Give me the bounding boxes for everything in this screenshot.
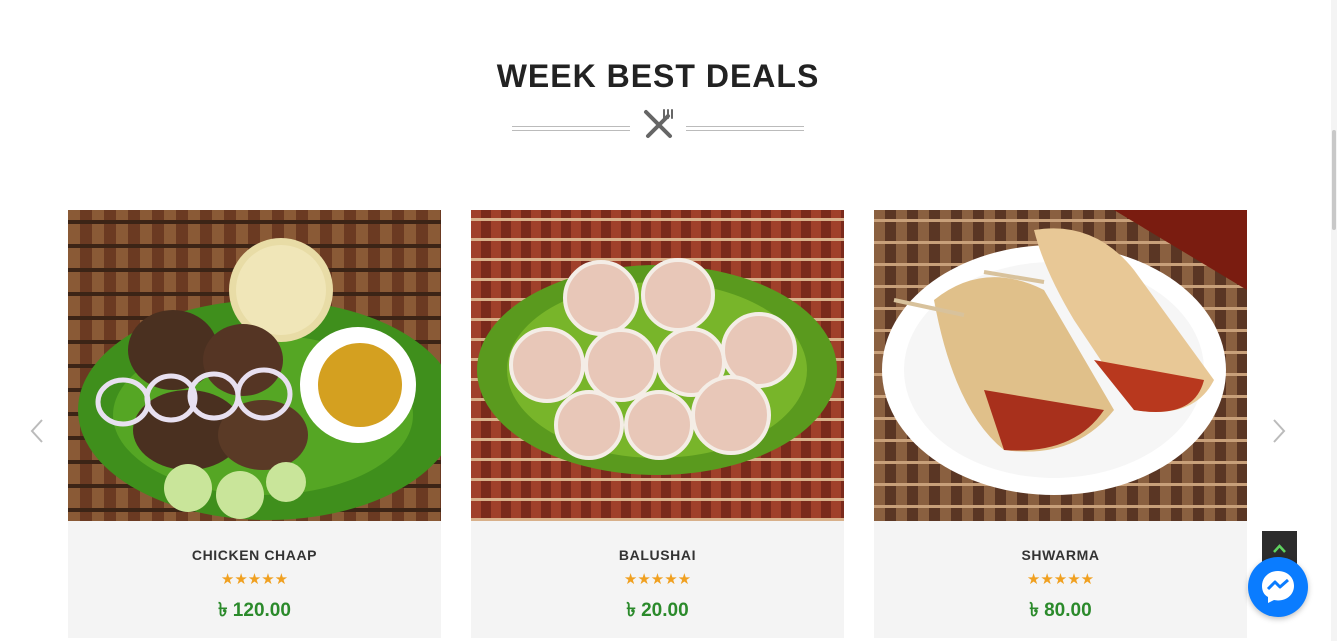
product-name[interactable]: BALUSHAI xyxy=(471,547,844,563)
product-price: ৳ 20.00 xyxy=(626,600,689,621)
scrollbar-thumb[interactable] xyxy=(1332,130,1336,230)
product-image[interactable] xyxy=(874,210,1247,521)
product-name[interactable]: CHICKEN CHAAP xyxy=(68,547,441,563)
rating-stars: ★★★★★ xyxy=(1026,571,1095,588)
carousel-prev-button[interactable] xyxy=(28,416,48,446)
product-image[interactable] xyxy=(471,210,844,521)
product-card[interactable]: CHICKEN CHAAP ★★★★★ ৳ 120.00 xyxy=(68,210,441,638)
product-image[interactable] xyxy=(68,210,441,521)
rating-stars: ★★★★★ xyxy=(220,571,289,588)
fork-knife-icon xyxy=(644,109,673,138)
rating-stars: ★★★★★ xyxy=(623,571,692,588)
product-card[interactable]: BALUSHAI ★★★★★ ৳ 20.00 xyxy=(471,210,844,638)
section-title: WEEK BEST DEALS xyxy=(496,58,820,94)
chevron-left-icon xyxy=(30,419,43,443)
product-price: ৳ 120.00 xyxy=(218,600,291,621)
title-divider xyxy=(512,106,804,142)
divider-line-left xyxy=(512,126,630,131)
page-scrollbar[interactable] xyxy=(1331,0,1337,641)
messenger-chat-button[interactable] xyxy=(1248,557,1308,617)
carousel-next-button[interactable] xyxy=(1268,416,1288,446)
product-card[interactable]: SHWARMA ★★★★★ ৳ 80.00 xyxy=(874,210,1247,638)
divider-line-right xyxy=(686,126,804,131)
chevron-right-icon xyxy=(1273,419,1286,443)
product-price: ৳ 80.00 xyxy=(1029,600,1092,621)
messenger-icon xyxy=(1262,571,1294,603)
product-name[interactable]: SHWARMA xyxy=(874,547,1247,563)
